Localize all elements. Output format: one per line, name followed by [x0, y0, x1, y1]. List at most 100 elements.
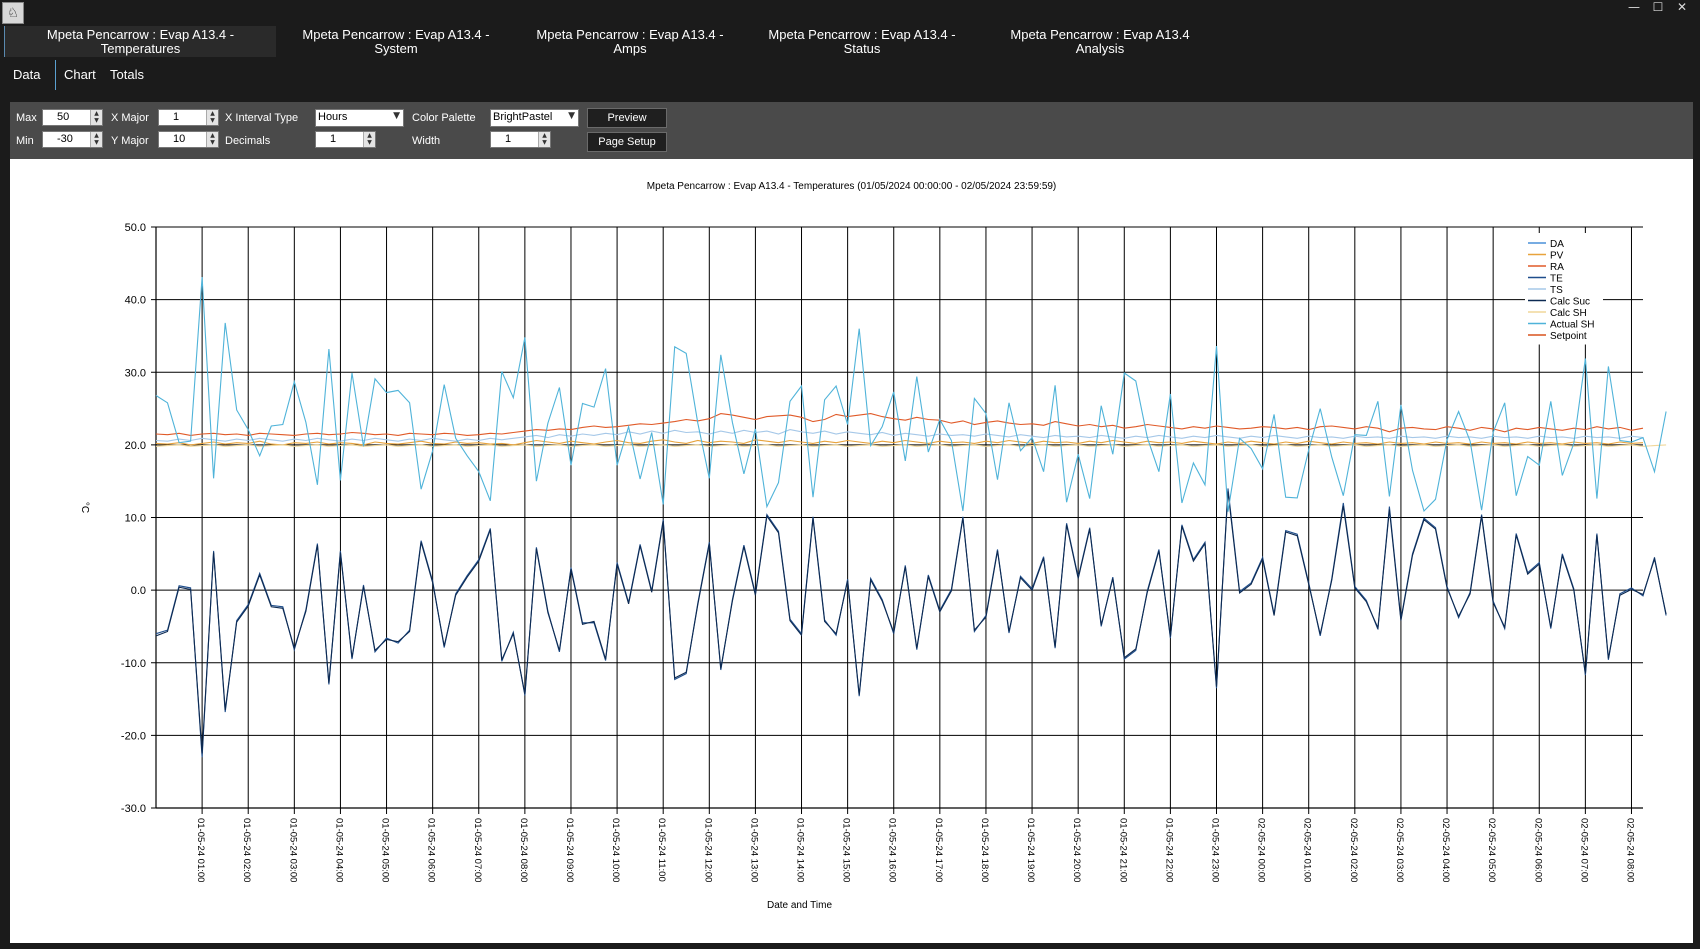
y-tick-label: 10.0 [125, 513, 146, 525]
tab-temperatures[interactable]: Mpeta Pencarrow : Evap A13.4 - Temperatu… [4, 26, 276, 57]
spin-up-icon[interactable]: ▲ [207, 132, 218, 139]
legend-label: RA [1550, 262, 1564, 273]
decimals-label: Decimals [225, 135, 271, 147]
min-label: Min [16, 135, 34, 147]
max-label: Max [16, 112, 37, 124]
x-tick-label: 02-05-24 08:00 [1624, 818, 1635, 882]
x-tick-label: 02-05-24 02:00 [1348, 818, 1359, 882]
x-tick-label: 01-05-24 19:00 [1025, 818, 1036, 882]
series-line-te [155, 488, 1667, 758]
width-label: Width [412, 135, 441, 147]
tab-amps[interactable]: Mpeta Pencarrow : Evap A13.4 - Amps [516, 26, 744, 57]
series-line-calc-suc [155, 491, 1667, 754]
document-tabs: Mpeta Pencarrow : Evap A13.4 - Temperatu… [0, 26, 1700, 57]
tab-analysis[interactable]: Mpeta Pencarrow : Evap A13.4 Analysis [986, 26, 1214, 57]
tab-totals[interactable]: Totals [110, 60, 144, 90]
title-bar: ♘ — ☐ ✕ [0, 0, 1700, 24]
series-line-actual-sh [155, 277, 1667, 513]
y-major-input[interactable]: 10 ▲ ▼ [158, 131, 219, 148]
spin-down-icon[interactable]: ▼ [364, 139, 375, 146]
tab-title-line1: Mpeta Pencarrow : Evap A13.4 [1010, 27, 1190, 42]
tab-chart[interactable]: Chart [55, 60, 96, 90]
max-input[interactable]: 50 ▲ ▼ [42, 109, 103, 126]
chart-settings-toolbar: Max 50 ▲ ▼ Min -30 ▲ ▼ X Major 1 ▲ ▼ Y Majo… [10, 102, 1693, 159]
x-major-input[interactable]: 1 ▲ ▼ [158, 109, 219, 126]
spin-up-icon[interactable]: ▲ [364, 132, 375, 139]
tab-status[interactable]: Mpeta Pencarrow : Evap A13.4 - Status [748, 26, 976, 57]
tab-data[interactable]: Data [13, 60, 40, 90]
x-tick-label: 01-05-24 23:00 [1209, 818, 1220, 882]
color-palette-value: BrightPastel [493, 111, 553, 123]
x-tick-label: 01-05-24 18:00 [979, 818, 990, 882]
decimals-input[interactable]: 1 ▲ ▼ [315, 131, 376, 148]
app-logo-icon[interactable]: ♘ [2, 2, 24, 24]
y-major-label: Y Major [111, 135, 149, 147]
x-tick-label: 02-05-24 01:00 [1302, 818, 1313, 882]
x-interval-type-value: Hours [318, 111, 348, 123]
x-tick-label: 01-05-24 02:00 [241, 818, 252, 882]
x-tick-label: 01-05-24 03:00 [287, 818, 298, 882]
spin-up-icon[interactable]: ▲ [91, 132, 102, 139]
spin-down-icon[interactable]: ▼ [91, 139, 102, 146]
chart-svg: 50.0 40.0 30.0 20.0 10.0 0.0 -10.0 -20.0 -30.0 01… [79, 222, 1667, 911]
decimals-spinner[interactable]: ▲ ▼ [363, 132, 375, 147]
page-setup-button[interactable]: Page Setup [587, 132, 667, 152]
x-tick-label: 01-05-24 04:00 [333, 818, 344, 882]
x-tick-label: 01-05-24 07:00 [472, 818, 483, 882]
spin-down-icon[interactable]: ▼ [539, 139, 550, 146]
width-spinner[interactable]: ▲ ▼ [538, 132, 550, 147]
min-spinner[interactable]: ▲ ▼ [90, 132, 102, 147]
x-tick-label: 01-05-24 21:00 [1117, 818, 1128, 882]
max-value: 50 [57, 111, 70, 123]
x-tick-label: 01-05-24 11:00 [656, 818, 667, 882]
tab-title-line1: Mpeta Pencarrow : Evap A13.4 - [302, 27, 490, 42]
x-tick-label: 01-05-24 17:00 [933, 818, 944, 882]
x-tick-label: 01-05-24 06:00 [426, 818, 437, 882]
x-major-label: X Major [111, 112, 149, 124]
legend-label: PV [1550, 251, 1564, 262]
preview-button[interactable]: Preview [587, 108, 667, 128]
x-tick-label: 02-05-24 07:00 [1578, 818, 1589, 882]
tab-title-line1: Mpeta Pencarrow : Evap A13.4 - [768, 27, 956, 42]
tab-system[interactable]: Mpeta Pencarrow : Evap A13.4 - System [282, 26, 510, 57]
x-tick-label: 01-05-24 20:00 [1071, 818, 1082, 882]
x-tick-label: 02-05-24 00:00 [1256, 818, 1267, 882]
color-palette-select[interactable]: BrightPastel ▼ [490, 109, 579, 127]
width-input[interactable]: 1 ▲ ▼ [490, 131, 551, 148]
tab-title-line2: Amps [613, 41, 647, 56]
series-line-ts [155, 429, 1644, 442]
x-tick-label: 02-05-24 05:00 [1486, 818, 1497, 882]
y-major-spinner[interactable]: ▲ ▼ [206, 132, 218, 147]
x-major-spinner[interactable]: ▲ ▼ [206, 110, 218, 125]
x-tick-label: 01-05-24 08:00 [518, 818, 529, 882]
y-major-value: 10 [173, 133, 186, 145]
spin-down-icon[interactable]: ▼ [91, 117, 102, 124]
min-input[interactable]: -30 ▲ ▼ [42, 131, 103, 148]
legend-label: TS [1550, 285, 1563, 296]
x-interval-type-label: X Interval Type [225, 112, 299, 124]
chevron-down-icon: ▼ [568, 111, 575, 121]
y-tick-label: -10.0 [121, 658, 146, 670]
width-value: 1 [505, 133, 512, 145]
legend-label: Calc SH [1550, 308, 1587, 319]
spin-down-icon[interactable]: ▼ [207, 117, 218, 124]
series-line-pv [155, 439, 1644, 446]
x-tick-label: 01-05-24 12:00 [702, 818, 713, 882]
spin-up-icon[interactable]: ▲ [539, 132, 550, 139]
chart-panel: Mpeta Pencarrow : Evap A13.4 - Temperatu… [10, 159, 1693, 943]
x-tick-label: 02-05-24 04:00 [1440, 818, 1451, 882]
x-tick-label: 01-05-24 01:00 [195, 818, 206, 882]
decimals-value: 1 [330, 133, 337, 145]
spin-down-icon[interactable]: ▼ [207, 139, 218, 146]
y-tick-label: 50.0 [125, 222, 146, 234]
spin-up-icon[interactable]: ▲ [91, 110, 102, 117]
legend-label: DA [1550, 239, 1564, 250]
y-tick-label: -30.0 [121, 803, 146, 815]
x-interval-type-select[interactable]: Hours ▼ [315, 109, 404, 127]
max-spinner[interactable]: ▲ ▼ [90, 110, 102, 125]
spin-up-icon[interactable]: ▲ [207, 110, 218, 117]
legend-label: Actual SH [1550, 320, 1594, 331]
x-tick-label: 01-05-24 22:00 [1163, 818, 1174, 882]
close-button[interactable]: ✕ [1668, 0, 1696, 14]
x-tick-label: 02-05-24 06:00 [1532, 818, 1543, 882]
